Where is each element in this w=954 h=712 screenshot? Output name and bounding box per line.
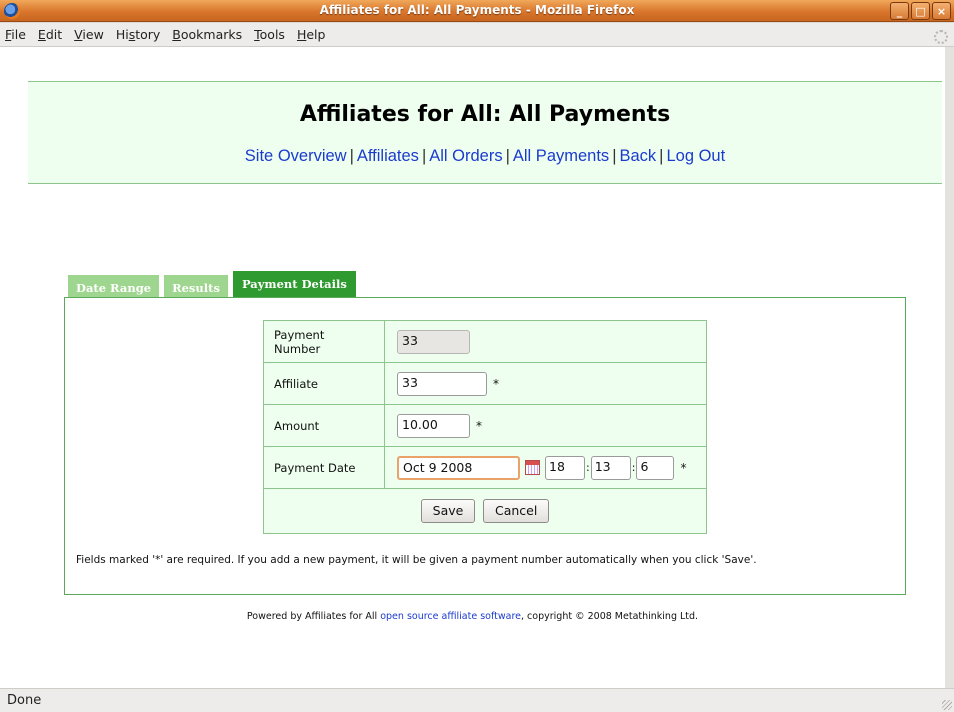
nav-back[interactable]: Back <box>619 147 656 165</box>
save-button[interactable]: Save <box>420 499 476 523</box>
minute-field[interactable]: 13 <box>590 455 631 480</box>
menu-tools[interactable]: Tools <box>254 27 285 42</box>
payment-number-label: Payment Number <box>263 320 385 363</box>
form-row-payment-date: Payment Date Oct 9 2008 18:13:6 * <box>263 446 707 489</box>
affiliate-field[interactable]: 33 <box>397 371 487 396</box>
required-mark: * <box>680 460 687 475</box>
nav-all-orders[interactable]: All Orders <box>429 147 502 165</box>
status-bar: Done <box>0 688 954 712</box>
required-fields-hint: Fields marked '*' are required. If you a… <box>76 554 757 566</box>
second-field[interactable]: 6 <box>636 455 675 480</box>
resize-grip-icon[interactable] <box>942 700 952 710</box>
window-controls: _ □ × <box>890 2 951 20</box>
throbber-icon <box>934 30 948 44</box>
page-title: Affiliates for All: All Payments <box>299 102 671 127</box>
payment-date-label: Payment Date <box>263 446 385 489</box>
close-button[interactable]: × <box>932 2 951 20</box>
payment-number-field: 33 <box>397 329 470 354</box>
nav-log-out[interactable]: Log Out <box>666 147 725 165</box>
menu-view[interactable]: View <box>74 27 104 42</box>
nav-site-overview[interactable]: Site Overview <box>245 147 347 165</box>
affiliate-label: Affiliate <box>263 362 385 405</box>
form-row-payment-number: Payment Number 33 <box>263 320 707 363</box>
footer-link[interactable]: open source affiliate software <box>380 611 521 622</box>
scrollbar[interactable] <box>945 47 954 688</box>
minimize-button[interactable]: _ <box>890 2 909 20</box>
menu-bar: File Edit View History Bookmarks Tools H… <box>0 23 954 47</box>
menu-file[interactable]: File <box>5 27 26 42</box>
page-footer: Powered by Affiliates for All open sourc… <box>246 611 699 622</box>
required-mark: * <box>493 376 499 391</box>
window-title: Affiliates for All: All Payments - Mozil… <box>319 3 635 17</box>
page-content: Affiliates for All: All Payments Site Ov… <box>0 47 945 688</box>
form-buttons-row: Save Cancel <box>263 488 707 534</box>
tab-date-range[interactable]: Date Range <box>68 275 160 297</box>
tab-bar: Date Range Results Payment Details <box>68 271 356 297</box>
menu-bookmarks[interactable]: Bookmarks <box>172 27 242 42</box>
payment-date-field[interactable]: Oct 9 2008 <box>397 455 520 480</box>
tab-results[interactable]: Results <box>164 275 228 297</box>
nav-affiliates[interactable]: Affiliates <box>357 147 419 165</box>
tab-payment-details[interactable]: Payment Details <box>232 271 356 297</box>
calendar-icon[interactable] <box>525 460 540 475</box>
nav-all-payments[interactable]: All Payments <box>513 147 609 165</box>
form-row-amount: Amount 10.00 * <box>263 404 707 447</box>
form-row-affiliate: Affiliate 33 * <box>263 362 707 405</box>
payment-details-panel: Payment Number 33 Affiliate 33 * Amount 1… <box>64 297 906 595</box>
maximize-button[interactable]: □ <box>911 2 930 20</box>
required-mark: * <box>476 418 482 433</box>
payment-form: Payment Number 33 Affiliate 33 * Amount 1… <box>263 320 707 534</box>
menu-help[interactable]: Help <box>297 27 326 42</box>
cancel-button[interactable]: Cancel <box>482 499 550 523</box>
top-nav: Site Overview | Affiliates | All Orders | All … <box>244 147 726 165</box>
amount-label: Amount <box>263 404 385 447</box>
window-titlebar: Affiliates for All: All Payments - Mozil… <box>0 0 954 22</box>
menu-edit[interactable]: Edit <box>38 27 62 42</box>
amount-field[interactable]: 10.00 <box>397 413 470 438</box>
hour-field[interactable]: 18 <box>545 455 585 480</box>
page-header: Affiliates for All: All Payments Site Ov… <box>28 81 942 184</box>
status-text: Done <box>7 693 42 708</box>
menu-history[interactable]: History <box>116 27 160 42</box>
